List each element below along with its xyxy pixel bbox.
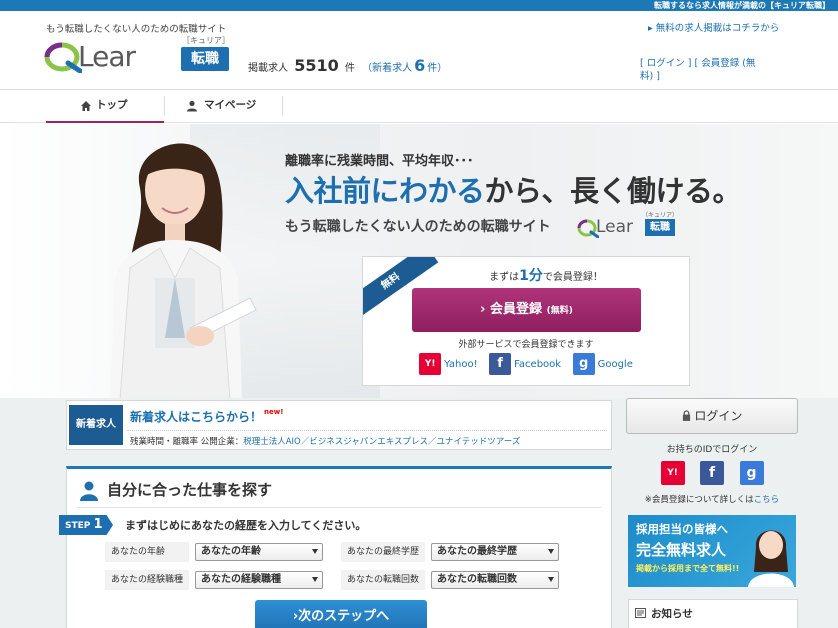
recruiter-woman-illustration	[748, 530, 794, 587]
step-badge: STEP 1	[59, 515, 113, 535]
chevron-right-icon: ›	[480, 302, 486, 317]
job-count-unit: 件	[344, 63, 355, 74]
job-count-label: 掲載求人	[248, 63, 288, 74]
site-logo[interactable]: Lear ［キュリア］ 転職	[44, 36, 234, 83]
site-tagline: もう転職したくない人のための転職サイト	[46, 24, 227, 35]
next-step-button[interactable]: ›次のステップへ	[255, 600, 427, 628]
divider	[77, 507, 601, 508]
external-services-row: Y! Yahoo! f Facebook g Google	[363, 353, 689, 375]
nav-item-top[interactable]: トップ	[46, 90, 164, 123]
external-services-caption: 外部サービスで会員登録できます	[458, 340, 594, 350]
dropdown-arrow-icon	[548, 549, 554, 554]
new-jobs-banner[interactable]: 新着求人 新着求人はこちらから！ new! 残業時間・離職率 公開企業：税理士法人…	[66, 400, 612, 450]
free-job-posting-link[interactable]: ▸ 無料の求人掲載はコチラから	[648, 20, 779, 34]
education-select[interactable]: あなたの最終学歴	[431, 543, 559, 561]
job-count: 掲載求人 5510 件 （新着求人 6 件）	[248, 56, 447, 75]
google-register-link[interactable]: g Google	[572, 353, 633, 375]
logo-badge: 転職	[181, 47, 229, 71]
job-search-title: 自分に合った仕事を探す	[107, 481, 273, 499]
job-type-label: あなたの経験職種	[105, 570, 189, 590]
recruiter-banner-line1: 採用担当の皆様へ	[636, 522, 728, 536]
hero-logo: Lear （キュリア） 転職	[577, 212, 692, 238]
registration-intro: まずは1分で会員登録！	[489, 268, 603, 284]
google-icon[interactable]: g	[739, 461, 764, 485]
social-login-row: Y! f g	[626, 461, 798, 485]
hero-woman-illustration	[110, 143, 257, 398]
main-nav: トップ マイページ	[0, 89, 838, 123]
notice-title: お知らせ	[651, 608, 693, 620]
age-label: あなたの年齢	[105, 542, 189, 562]
logo-q-mark-icon	[44, 42, 82, 73]
new-jobs-detail: 残業時間・離職率 公開企業：税理士法人AIO／ビジネスジャパンエキスプレス／ユナ…	[130, 437, 521, 447]
nav-item-label: トップ	[96, 99, 128, 111]
recruiter-banner[interactable]: 採用担当の皆様へ 完全無料求人 掲載から採用まで全て無料!!	[628, 515, 796, 587]
logo-wordmark: Lear	[78, 40, 136, 73]
new-jobs-title[interactable]: 新着求人はこちらから！ new!	[130, 408, 283, 425]
dropdown-arrow-icon	[312, 577, 318, 582]
notice-icon	[635, 608, 646, 618]
google-icon: g	[572, 353, 595, 375]
hero-banner: 離職率に残業時間、平均年収･･･ 入社前にわかるから、長く働ける。 もう転職した…	[0, 124, 838, 398]
new-badge: new!	[264, 408, 284, 416]
hero-subhead: 離職率に残業時間、平均年収･･･	[285, 154, 474, 169]
lock-icon	[682, 410, 690, 421]
register-button[interactable]: › 会員登録 (無料)	[412, 288, 641, 332]
recruiter-banner-line2: 完全無料求人	[636, 541, 727, 559]
job-search-panel: 自分に合った仕事を探す STEP 1 まずはじめにあなたの経歴を入力してください…	[59, 466, 612, 628]
hero-logo-reading: （キュリア）	[642, 212, 679, 219]
facebook-register-link[interactable]: f Facebook	[489, 353, 561, 375]
login-register-links[interactable]: [ ログイン ] [ 会員登録 (無料) ]	[640, 57, 760, 83]
login-button[interactable]: ログイン	[626, 398, 798, 434]
registration-details-link[interactable]: こちら	[754, 495, 780, 505]
main-content: 新着求人 新着求人はこちらから！ new! 残業時間・離職率 公開企業：税理士法人…	[0, 398, 838, 628]
user-icon	[187, 100, 197, 112]
new-job-count: （新着求人 6 件）	[362, 56, 448, 75]
person-icon	[80, 481, 98, 501]
yahoo-icon: Y!	[419, 353, 442, 375]
notice-panel: お知らせ	[628, 599, 798, 628]
job-change-count-select[interactable]: あなたの転職回数	[431, 571, 559, 589]
yahoo-icon[interactable]: Y!	[660, 461, 685, 485]
job-change-count-label: あなたの転職回数	[341, 570, 425, 590]
hero-headline: 入社前にわかるから、長く働ける。	[285, 174, 742, 208]
dropdown-arrow-icon	[548, 577, 554, 582]
hero-logo-wordmark: Lear	[596, 217, 634, 237]
company-links[interactable]: 税理士法人AIO／ビジネスジャパンエキスプレス／ユナイテッドツアーズ	[243, 437, 520, 447]
logo-reading: ［キュリア］	[182, 36, 230, 45]
site-header: もう転職したくない人のための転職サイト Lear ［キュリア］ 転職 掲載求人 …	[0, 11, 838, 89]
step-instruction: まずはじめにあなたの経歴を入力してください。	[125, 519, 367, 532]
job-count-value: 5510	[294, 56, 339, 75]
registration-note: ※会員登録について詳しくはこちら	[644, 495, 780, 505]
hero-tagline: もう転職したくない人のための転職サイト	[285, 219, 551, 235]
hero-logo-badge: 転職	[645, 219, 675, 236]
dropdown-arrow-icon	[312, 549, 318, 554]
top-announcement-bar: 転職するなら求人情報が満載の【キュリア転職】	[0, 0, 838, 11]
age-select[interactable]: あなたの年齢	[195, 543, 323, 561]
divider	[127, 430, 607, 431]
nav-divider	[282, 96, 283, 116]
id-login-caption: お持ちのIDでログイン	[666, 445, 758, 455]
facebook-icon: f	[489, 353, 512, 375]
nav-item-mypage[interactable]: マイページ	[164, 90, 282, 123]
nav-item-label: マイページ	[204, 99, 257, 111]
registration-box: 無料 まずは1分で会員登録！ › 会員登録 (無料) 外部サービスで会員登録でき…	[362, 256, 690, 386]
education-label: あなたの最終学歴	[341, 542, 425, 562]
job-type-select[interactable]: あなたの経験職種	[195, 571, 323, 589]
facebook-icon[interactable]: f	[700, 461, 724, 485]
recruiter-banner-line3: 掲載から採用まで全て無料!!	[636, 564, 740, 573]
yahoo-register-link[interactable]: Y! Yahoo!	[419, 353, 478, 375]
home-icon	[81, 101, 91, 111]
new-jobs-tag: 新着求人	[69, 405, 123, 445]
